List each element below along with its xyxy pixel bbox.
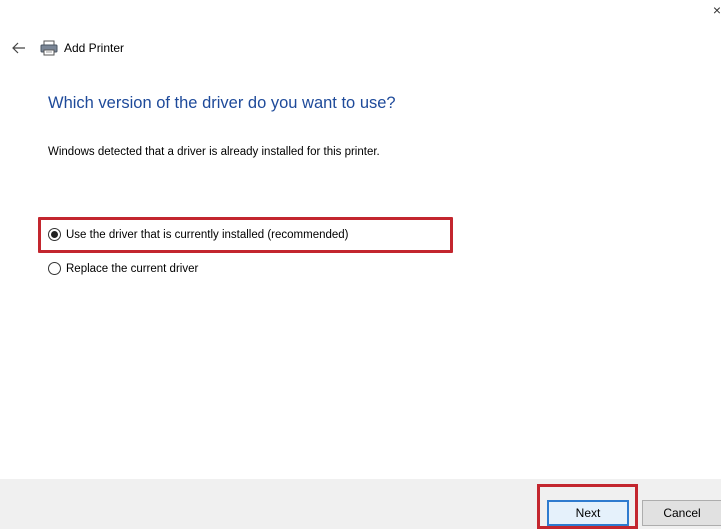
cancel-button[interactable]: Cancel	[642, 500, 721, 526]
radio-option-replace-driver[interactable]: Replace the current driver	[48, 262, 198, 275]
window-title: Add Printer	[64, 41, 125, 55]
printer-icon	[40, 40, 58, 56]
back-button[interactable]	[10, 40, 28, 56]
next-button[interactable]: Next	[547, 500, 629, 526]
title-bar: Add Printer	[10, 38, 124, 58]
radio-label: Use the driver that is currently install…	[66, 228, 349, 241]
radio-button[interactable]	[48, 262, 61, 275]
radio-button-selected[interactable]	[48, 228, 61, 241]
page-heading: Which version of the driver do you want …	[48, 94, 396, 112]
radio-dot	[51, 231, 58, 238]
description-text: Windows detected that a driver is alread…	[48, 146, 380, 158]
arrow-left-icon	[12, 42, 25, 54]
radio-option-use-current-driver[interactable]: Use the driver that is currently install…	[48, 228, 349, 241]
close-button[interactable]: ×	[707, 2, 721, 18]
radio-label: Replace the current driver	[66, 262, 199, 275]
